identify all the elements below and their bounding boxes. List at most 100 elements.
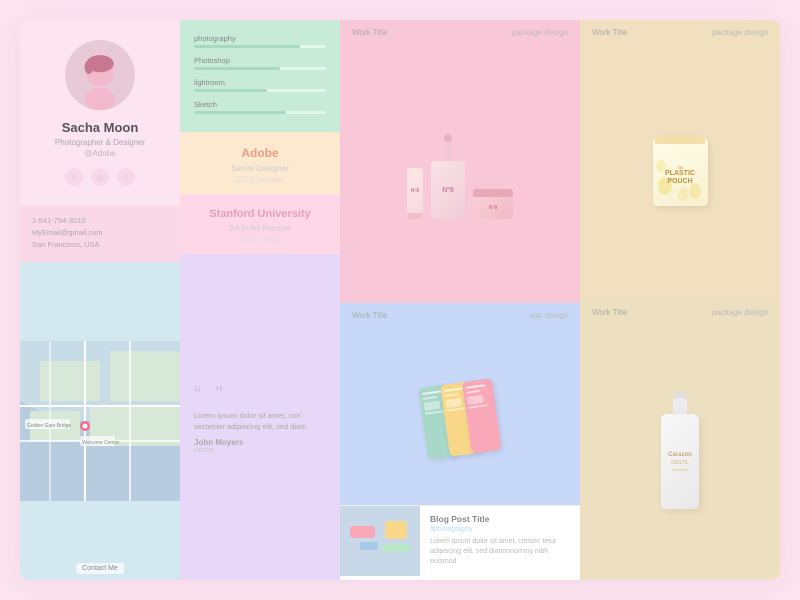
- bottle-area: Carazon DESTIL premium: [580, 321, 780, 580]
- bottle-type: DESTIL: [668, 460, 692, 467]
- work-category-cosmetics: package design: [512, 28, 568, 37]
- testimonial-text: Lorem ipsum dolor sit amet, con sectetue…: [194, 410, 326, 433]
- profile-handle: @Adobe: [84, 149, 115, 158]
- skill-bar-bg-photography: [194, 45, 326, 48]
- map-section[interactable]: Golden Gate Bridge Welcome Center Contac…: [20, 262, 180, 580]
- tube-label: Nº8: [411, 188, 419, 194]
- blog-section[interactable]: Blog Post Title #photography Lorem ipsum…: [340, 505, 580, 580]
- work-card-bottle[interactable]: Work Title package design Carazon DESTIL…: [580, 300, 780, 580]
- pouch-name: PLASTICPOUCH: [665, 170, 695, 185]
- exp-period: 2013–present: [194, 175, 326, 184]
- skill-bar-fill-photography: [194, 45, 300, 48]
- white-bottle-wrap: Carazon DESTIL premium: [661, 392, 699, 509]
- work-card-pouch[interactable]: Work Title package design TM PLASTICPO: [580, 20, 780, 300]
- work-header-app: Work Title app design: [340, 303, 580, 324]
- product-tube: Nº8: [407, 168, 423, 219]
- edu-school: Stanford University: [194, 208, 326, 220]
- skill-bar-fill-sketch: [194, 111, 286, 114]
- blog-tag: #photography: [430, 526, 570, 533]
- work-card-app[interactable]: Work Title app design: [340, 303, 580, 505]
- pouch-area: TM PLASTICPOUCH: [580, 41, 780, 300]
- profile-name: Sacha Moon: [62, 120, 139, 135]
- bottle-body: Carazon DESTIL premium: [661, 414, 699, 509]
- tube-body: Nº8: [407, 168, 423, 213]
- pouch-mockup: TM PLASTICPOUCH: [653, 136, 708, 206]
- app-cards-group: [418, 379, 501, 461]
- pump-body: Nº8: [431, 161, 465, 219]
- pump-label: Nº8: [442, 187, 454, 194]
- work-header-pouch: Work Title package design: [580, 20, 780, 41]
- skill-sketch: Sketch: [194, 100, 326, 114]
- work-title-pouch: Work Title: [592, 28, 627, 37]
- jar-label: Nº8: [489, 205, 497, 211]
- education-card: Stanford University BA in Art Practice 2…: [180, 194, 340, 254]
- contact-email: MyEmail@gmail.com: [32, 228, 168, 237]
- avatar: [65, 40, 135, 110]
- exp-company: Adobe: [194, 146, 326, 160]
- bottle-brand: Carazon: [668, 451, 692, 459]
- skill-bar-bg-photoshop: [194, 67, 326, 70]
- quote-icon: “ ”: [194, 384, 326, 406]
- app-cards-area: [340, 324, 580, 505]
- twitter-icon[interactable]: 𝕏: [65, 168, 83, 186]
- contact-location: San Francisco, USA: [32, 240, 168, 249]
- profile-title: Photographer & Designer: [55, 138, 145, 147]
- skill-bar-fill-photoshop: [194, 67, 280, 70]
- work-card-cosmetics[interactable]: Work Title package design Nº8: [340, 20, 580, 303]
- contact-info: 1-541-754-3010 MyEmail@gmail.com San Fra…: [20, 206, 180, 262]
- svg-text:Welcome Center: Welcome Center: [82, 440, 119, 446]
- bottle-sub: premium: [668, 467, 692, 472]
- work-header-cosmetics: Work Title package design: [340, 20, 580, 41]
- work-title-bottle: Work Title: [592, 308, 627, 317]
- column-packages: Work Title package design TM PLASTICPO: [580, 20, 780, 580]
- skill-lightroom: lightroom: [194, 78, 326, 92]
- pouch-brand-label: TM PLASTICPOUCH: [661, 155, 699, 186]
- svg-text:Golden Gate Bridge: Golden Gate Bridge: [27, 423, 71, 429]
- blog-title: Blog Post Title: [430, 514, 570, 524]
- skill-photography: photography: [194, 34, 326, 48]
- bottle-label-area: Carazon DESTIL premium: [668, 451, 692, 471]
- work-img-cosmetics: Nº8 Nº8: [340, 41, 580, 303]
- column-work: Work Title package design Nº8: [340, 20, 580, 580]
- contact-phone: 1-541-754-3010: [32, 216, 168, 225]
- pump-bottle-wrap: Nº8: [431, 134, 465, 219]
- experience-card: Adobe Senior Designer 2013–present: [180, 132, 340, 194]
- blog-img-svg: [340, 506, 420, 576]
- work-title-cosmetics: Work Title: [352, 28, 387, 37]
- column-skills: photography Photoshop lightroom Sketch: [180, 20, 340, 580]
- work-category-bottle: package design: [712, 308, 768, 317]
- profile-card: Sacha Moon Photographer & Designer @Adob…: [20, 20, 180, 206]
- instagram-icon[interactable]: ◎: [91, 168, 109, 186]
- skill-label-sketch: Sketch: [194, 100, 326, 109]
- testimonial-author: John Moyers: [194, 438, 326, 447]
- blog-text: Lorem ipsum dolor sit amet, consec tetur…: [430, 537, 570, 566]
- skill-photoshop: Photoshop: [194, 56, 326, 70]
- jar-body: Nº8: [473, 197, 513, 219]
- skill-label-photoshop: Photoshop: [194, 56, 326, 65]
- map-svg: Golden Gate Bridge Welcome Center: [20, 262, 180, 580]
- pump-head-el: [444, 134, 452, 142]
- work-category-app: app design: [529, 311, 568, 320]
- blog-image: [340, 506, 420, 576]
- skill-bar-bg-lightroom: [194, 89, 326, 92]
- map-contact-label[interactable]: Contact Me: [76, 563, 124, 574]
- testimonial-card: “ ” Lorem ipsum dolor sit amet, con sect…: [180, 254, 340, 580]
- work-title-app: Work Title: [352, 311, 387, 320]
- work-header-bottle: Work Title package design: [580, 300, 780, 321]
- product-set: Nº8 Nº8: [402, 119, 518, 224]
- edu-degree: BA in Art Practice: [194, 224, 326, 233]
- skill-label-photography: photography: [194, 34, 326, 43]
- blog-content: Blog Post Title #photography Lorem ipsum…: [420, 506, 580, 580]
- work-category-pouch: package design: [712, 28, 768, 37]
- column-profile: Sacha Moon Photographer & Designer @Adob…: [20, 20, 180, 580]
- skill-bar-fill-lightroom: [194, 89, 267, 92]
- skills-card: photography Photoshop lightroom Sketch: [180, 20, 340, 132]
- skill-bar-bg-sketch: [194, 111, 326, 114]
- testimonial-company: Adobe: [194, 447, 326, 454]
- jar-lid-el: [473, 189, 513, 197]
- pump-stem: [446, 143, 451, 161]
- facebook-icon[interactable]: f: [117, 168, 135, 186]
- exp-role: Senior Designer: [194, 164, 326, 173]
- edu-period: 2010–2013: [194, 235, 326, 244]
- bottle-neck-el: [673, 398, 687, 414]
